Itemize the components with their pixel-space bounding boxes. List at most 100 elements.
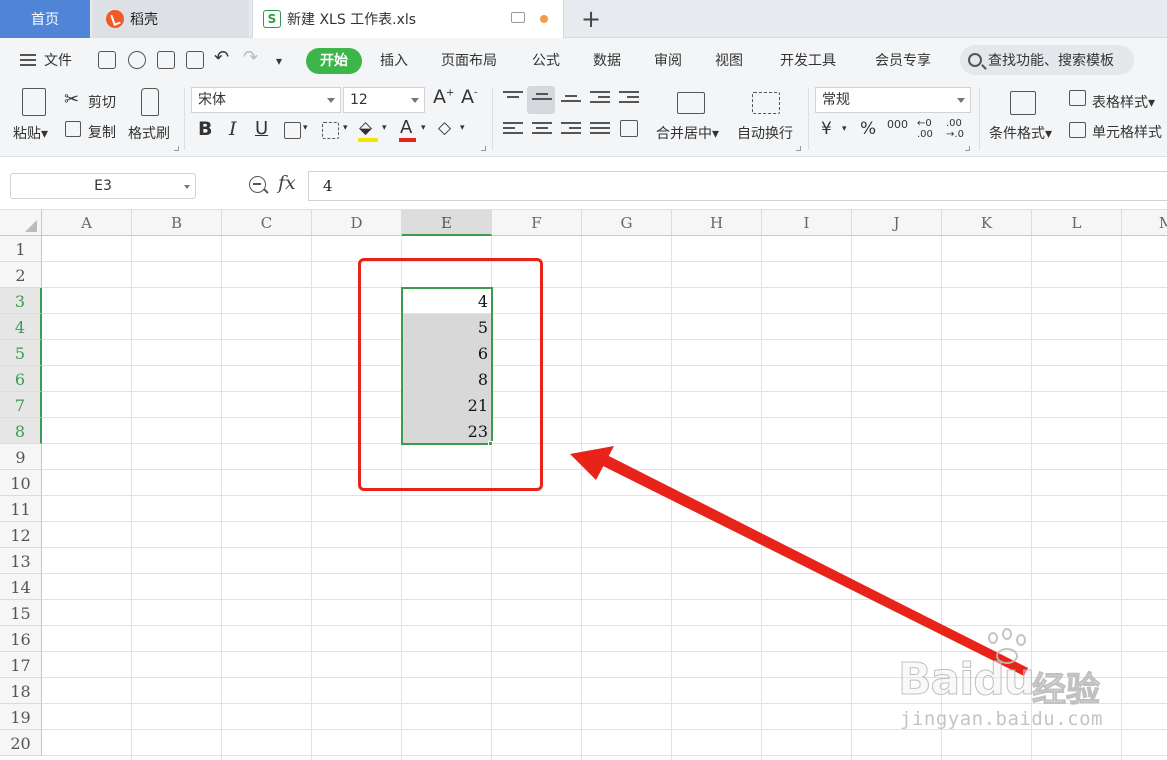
column-header-d[interactable]: D — [312, 210, 402, 236]
row-header-17[interactable]: 17 — [0, 652, 42, 678]
conditional-format-button[interactable]: 条件格式▾ — [989, 123, 1052, 143]
column-header-h[interactable]: H — [672, 210, 762, 236]
formula-input[interactable]: 4 — [308, 171, 1167, 201]
print-preview-icon[interactable] — [186, 51, 204, 69]
font-color-icon[interactable]: A — [400, 117, 412, 138]
justify-icon[interactable] — [590, 122, 610, 138]
copy-label[interactable]: 复制 — [88, 122, 116, 142]
cell-style-button[interactable]: 单元格样式 — [1092, 122, 1162, 142]
table-style-icon[interactable] — [1069, 90, 1086, 106]
menu-data[interactable]: 数据 — [593, 50, 621, 72]
zoom-lookup-icon[interactable] — [249, 176, 266, 193]
column-header-k[interactable]: K — [942, 210, 1032, 236]
menu-view[interactable]: 视图 — [715, 50, 743, 72]
font-size-select[interactable]: 12 — [343, 87, 425, 113]
row-header-8[interactable]: 8 — [0, 418, 42, 444]
column-header-a[interactable]: A — [42, 210, 132, 236]
thousands-button[interactable]: 000 — [887, 118, 908, 131]
border-dropdown-icon[interactable]: ▾ — [303, 123, 308, 133]
tab-daoke[interactable]: 稻壳 — [92, 0, 249, 38]
export-icon[interactable] — [128, 51, 146, 69]
monitor-icon[interactable] — [511, 12, 525, 23]
align-left-icon[interactable] — [503, 122, 523, 138]
column-header-j[interactable]: J — [852, 210, 942, 236]
row-header-10[interactable]: 10 — [0, 470, 42, 496]
row-header-3[interactable]: 3 — [0, 288, 42, 314]
fill-color-dropdown-icon[interactable]: ▾ — [382, 123, 387, 133]
clear-format-icon[interactable]: ◇ — [438, 118, 451, 138]
row-header-12[interactable]: 12 — [0, 522, 42, 548]
menu-file[interactable]: 文件 — [44, 50, 72, 72]
paste-icon[interactable] — [22, 88, 46, 116]
row-header-6[interactable]: 6 — [0, 366, 42, 392]
row-header-7[interactable]: 7 — [0, 392, 42, 418]
undo-icon[interactable]: ↶ — [214, 47, 229, 69]
insert-function-button[interactable]: fx — [278, 172, 296, 194]
row-header-18[interactable]: 18 — [0, 678, 42, 704]
format-painter-icon[interactable] — [141, 88, 159, 116]
menu-page-layout[interactable]: 页面布局 — [441, 50, 497, 72]
distribute-icon[interactable] — [620, 120, 638, 137]
merge-center-icon[interactable] — [677, 92, 705, 114]
menu-member[interactable]: 会员专享 — [875, 50, 931, 72]
cut-icon[interactable]: ✂ — [64, 89, 79, 110]
fill-color-icon[interactable]: ⬙ — [359, 118, 372, 138]
redo-icon[interactable]: ↷ — [243, 47, 258, 69]
increase-decimal-button[interactable]: ←0.00 — [917, 118, 933, 140]
bold-button[interactable]: B — [198, 118, 212, 140]
font-shrink-icon[interactable]: A- — [461, 86, 478, 108]
font-group-corner[interactable] — [481, 146, 486, 151]
border-icon[interactable] — [284, 122, 301, 139]
clipboard-group-corner[interactable] — [174, 146, 179, 151]
print-icon[interactable] — [157, 51, 175, 69]
column-header-i[interactable]: I — [762, 210, 852, 236]
alignment-group-corner[interactable] — [796, 146, 801, 151]
menu-developer[interactable]: 开发工具 — [780, 50, 836, 72]
italic-button[interactable]: I — [229, 118, 237, 140]
row-header-11[interactable]: 11 — [0, 496, 42, 522]
copy-icon[interactable] — [65, 121, 81, 137]
name-box[interactable]: E3 — [10, 173, 196, 199]
menu-start[interactable]: 开始 — [306, 48, 362, 74]
row-header-15[interactable]: 15 — [0, 600, 42, 626]
align-center-icon[interactable] — [532, 122, 552, 138]
row-header-13[interactable]: 13 — [0, 548, 42, 574]
decrease-indent-icon[interactable] — [590, 91, 610, 107]
new-tab-button[interactable]: + — [578, 6, 604, 32]
cut-label[interactable]: 剪切 — [88, 92, 116, 112]
align-middle-icon[interactable] — [532, 93, 552, 109]
row-header-20[interactable]: 20 — [0, 730, 42, 756]
cell-style-icon[interactable] — [1069, 122, 1086, 138]
column-header-b[interactable]: B — [132, 210, 222, 236]
currency-button[interactable]: ¥ — [821, 119, 832, 139]
tab-home[interactable]: 首页 — [0, 0, 90, 38]
percent-button[interactable]: % — [860, 119, 876, 139]
row-header-16[interactable]: 16 — [0, 626, 42, 652]
fill-pattern-dropdown-icon[interactable]: ▾ — [343, 123, 348, 133]
column-header-l[interactable]: L — [1032, 210, 1122, 236]
auto-wrap-icon[interactable] — [752, 92, 780, 114]
more-chevron-icon[interactable]: ▾ — [276, 50, 282, 72]
format-painter-label[interactable]: 格式刷 — [128, 123, 170, 143]
fill-pattern-icon[interactable] — [322, 122, 339, 139]
currency-dropdown-icon[interactable]: ▾ — [842, 124, 847, 134]
auto-wrap-button[interactable]: 自动换行 — [737, 123, 793, 143]
number-format-select[interactable]: 常规 — [815, 87, 971, 113]
menu-review[interactable]: 审阅 — [654, 50, 682, 72]
row-header-2[interactable]: 2 — [0, 262, 42, 288]
column-header-f[interactable]: F — [492, 210, 582, 236]
menu-icon[interactable] — [20, 54, 36, 66]
row-header-1[interactable]: 1 — [0, 236, 42, 262]
row-header-9[interactable]: 9 — [0, 444, 42, 470]
paste-label[interactable]: 粘贴▾ — [13, 123, 48, 143]
merge-center-button[interactable]: 合并居中▾ — [656, 123, 719, 143]
row-header-19[interactable]: 19 — [0, 704, 42, 730]
tab-document[interactable]: S 新建 XLS 工作表.xls — [252, 0, 564, 38]
save-icon[interactable] — [98, 51, 116, 69]
align-top-icon[interactable] — [503, 91, 523, 107]
decrease-decimal-button[interactable]: .00 →.0 — [946, 118, 964, 140]
row-header-5[interactable]: 5 — [0, 340, 42, 366]
menu-insert[interactable]: 插入 — [380, 50, 408, 72]
increase-indent-icon[interactable] — [619, 91, 639, 107]
align-bottom-icon[interactable] — [561, 95, 581, 111]
